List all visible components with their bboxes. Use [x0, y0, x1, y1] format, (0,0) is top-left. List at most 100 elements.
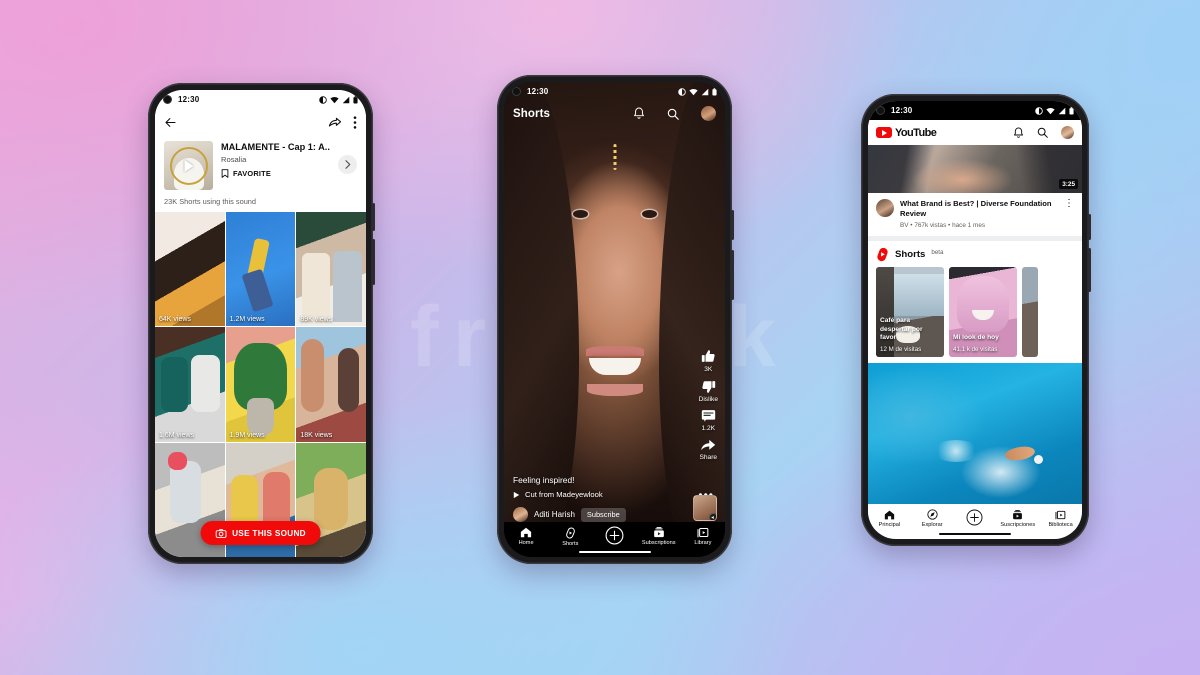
subscribe-button[interactable]: Subscribe	[580, 507, 626, 522]
sound-detail-button[interactable]	[338, 155, 357, 174]
nav-item-biblioteca[interactable]: Biblioteca	[1039, 510, 1082, 528]
plus-circle-icon	[605, 526, 624, 545]
status-time: 12:30	[891, 106, 913, 115]
shorts-icon	[565, 527, 575, 538]
page-title: Shorts	[513, 107, 551, 120]
wifi-icon	[689, 88, 698, 95]
grid-item[interactable]: 89K views	[296, 212, 366, 327]
nav-label: Library	[694, 540, 712, 546]
video-thumbnail[interactable]: 3:25	[868, 145, 1082, 193]
back-arrow-icon[interactable]	[164, 116, 177, 129]
play-icon	[513, 491, 520, 498]
play-icon	[184, 159, 193, 172]
signal-icon	[342, 96, 350, 103]
shorts-action-rail: 3K Dislike 1.2K Share	[699, 349, 718, 461]
dislike-label: Dislike	[698, 396, 718, 403]
share-arrow-icon[interactable]	[328, 116, 342, 129]
cta-label: USE THIS SOUND	[232, 528, 306, 538]
dnd-icon	[678, 87, 686, 96]
nav-item-home[interactable]: Home	[504, 527, 548, 546]
sound-title: MALAMENTE - Cap 1: A...	[221, 142, 330, 152]
use-this-sound-button[interactable]: USE THIS SOUND	[200, 521, 321, 545]
grid-item[interactable]: 1.6M views	[155, 327, 225, 442]
shorts-card-row: Café para despertar por favor 12 M de vi…	[868, 267, 1082, 364]
library-icon	[697, 527, 709, 538]
view-count: 64K views	[159, 316, 191, 324]
home-indicator	[939, 532, 1011, 535]
nav-label: Biblioteca	[1048, 521, 1073, 528]
camera-icon	[215, 528, 227, 538]
shorts-header: Shorts	[504, 101, 725, 126]
grid-item[interactable]: 1.9M views	[225, 327, 296, 442]
youtube-logo[interactable]: YouTube	[876, 127, 937, 139]
shorts-card[interactable]: Café para despertar por favor 12 M de vi…	[876, 267, 944, 358]
shorts-card[interactable]: Mi look de hoy 41.1 k de visitas	[949, 267, 1017, 358]
subscriptions-icon	[653, 527, 664, 538]
nav-label: Principal	[878, 521, 901, 528]
nav-item-create[interactable]	[592, 526, 636, 547]
comment-icon	[701, 410, 715, 422]
chevron-right-icon	[345, 160, 351, 169]
nav-item-shorts[interactable]: Shorts	[548, 527, 592, 547]
comment-button[interactable]: 1.2K	[701, 409, 716, 432]
battery-icon	[353, 95, 358, 103]
phone-mockup-sound-page: 12:30 MALAMENTE - Cap 1: A... Rosalia FA…	[148, 83, 375, 564]
bell-icon[interactable]	[1013, 127, 1024, 139]
channel-row[interactable]: Aditi Harish Subscribe	[513, 507, 716, 522]
signal-icon	[1058, 107, 1066, 114]
nav-label: Subscriptions	[641, 540, 676, 546]
grid-item[interactable]: 18K views	[296, 327, 366, 442]
battery-icon	[712, 87, 717, 95]
sound-info-row[interactable]: MALAMENTE - Cap 1: A... Rosalia FAVORITE	[155, 135, 366, 193]
thumbs-up-icon	[701, 350, 715, 362]
channel-avatar[interactable]	[876, 199, 894, 217]
search-icon[interactable]	[667, 108, 679, 120]
home-indicator	[578, 550, 651, 553]
video-caption: Feeling inspired!	[513, 475, 575, 485]
nav-item-explorar[interactable]: Explorar	[911, 509, 954, 528]
youtube-header: YouTube	[868, 120, 1082, 145]
battery-icon	[1069, 106, 1074, 114]
plus-circle-icon	[967, 509, 983, 526]
more-vertical-icon[interactable]: ⋮	[1064, 198, 1074, 229]
thumbs-down-icon	[702, 381, 715, 393]
phone-mockup-shorts-player: 12:30 Shorts 3K Dislike 1.2K Share Feeli…	[497, 75, 734, 564]
status-bar: 12:30	[504, 82, 725, 101]
subscriptions-icon	[1013, 509, 1023, 519]
library-icon	[1055, 510, 1066, 519]
like-button[interactable]: 3K	[701, 349, 716, 373]
sound-thumbnail[interactable]	[693, 495, 717, 521]
status-bar: 12:30	[868, 101, 1082, 120]
phone3-screen: 12:30 YouTube 3:25 What Brand is Best? |…	[868, 101, 1082, 539]
home-icon	[884, 510, 895, 519]
grid-item[interactable]: 1.2M views	[225, 212, 296, 327]
signal-icon	[701, 88, 709, 95]
sound-artist: Rosalia	[221, 155, 247, 164]
sound-attribution[interactable]: Cut from Madeyewlook	[513, 490, 716, 499]
bell-icon[interactable]	[633, 107, 645, 120]
search-icon[interactable]	[1037, 127, 1048, 138]
nav-item-library[interactable]: Library	[681, 527, 725, 546]
nav-item-subscriptions[interactable]: Subscriptions	[637, 527, 681, 546]
nav-item-create[interactable]	[954, 509, 997, 528]
shorts-using-count: 23K Shorts using this sound	[155, 193, 366, 212]
dislike-button[interactable]: Dislike	[699, 379, 718, 403]
phone1-screen: 12:30 MALAMENTE - Cap 1: A... Rosalia FA…	[155, 90, 366, 557]
view-count: 1.2M views	[229, 316, 265, 324]
home-icon	[520, 527, 532, 538]
shorts-card[interactable]	[1022, 267, 1038, 358]
favorite-button[interactable]: FAVORITE	[221, 169, 330, 178]
grid-item[interactable]: 64K views	[155, 212, 225, 327]
nav-item-suscripciones[interactable]: Suscripciones	[996, 509, 1039, 528]
avatar[interactable]	[701, 106, 716, 121]
video-meta-row[interactable]: What Brand is Best? | Diverse Foundation…	[868, 193, 1082, 237]
avatar[interactable]	[1061, 126, 1074, 139]
nav-label: Explorar	[921, 522, 943, 528]
share-button[interactable]: Share	[699, 438, 717, 461]
video-stats: BV • 767k vistas • hace 1 mes	[900, 222, 986, 230]
avatar[interactable]	[513, 507, 528, 522]
more-vertical-icon[interactable]	[353, 115, 357, 129]
nav-item-principal[interactable]: Principal	[868, 510, 911, 528]
shorts-card-title: Mi look de hoy	[953, 333, 999, 341]
phone2-screen: 12:30 Shorts 3K Dislike 1.2K Share Feeli…	[504, 82, 725, 557]
